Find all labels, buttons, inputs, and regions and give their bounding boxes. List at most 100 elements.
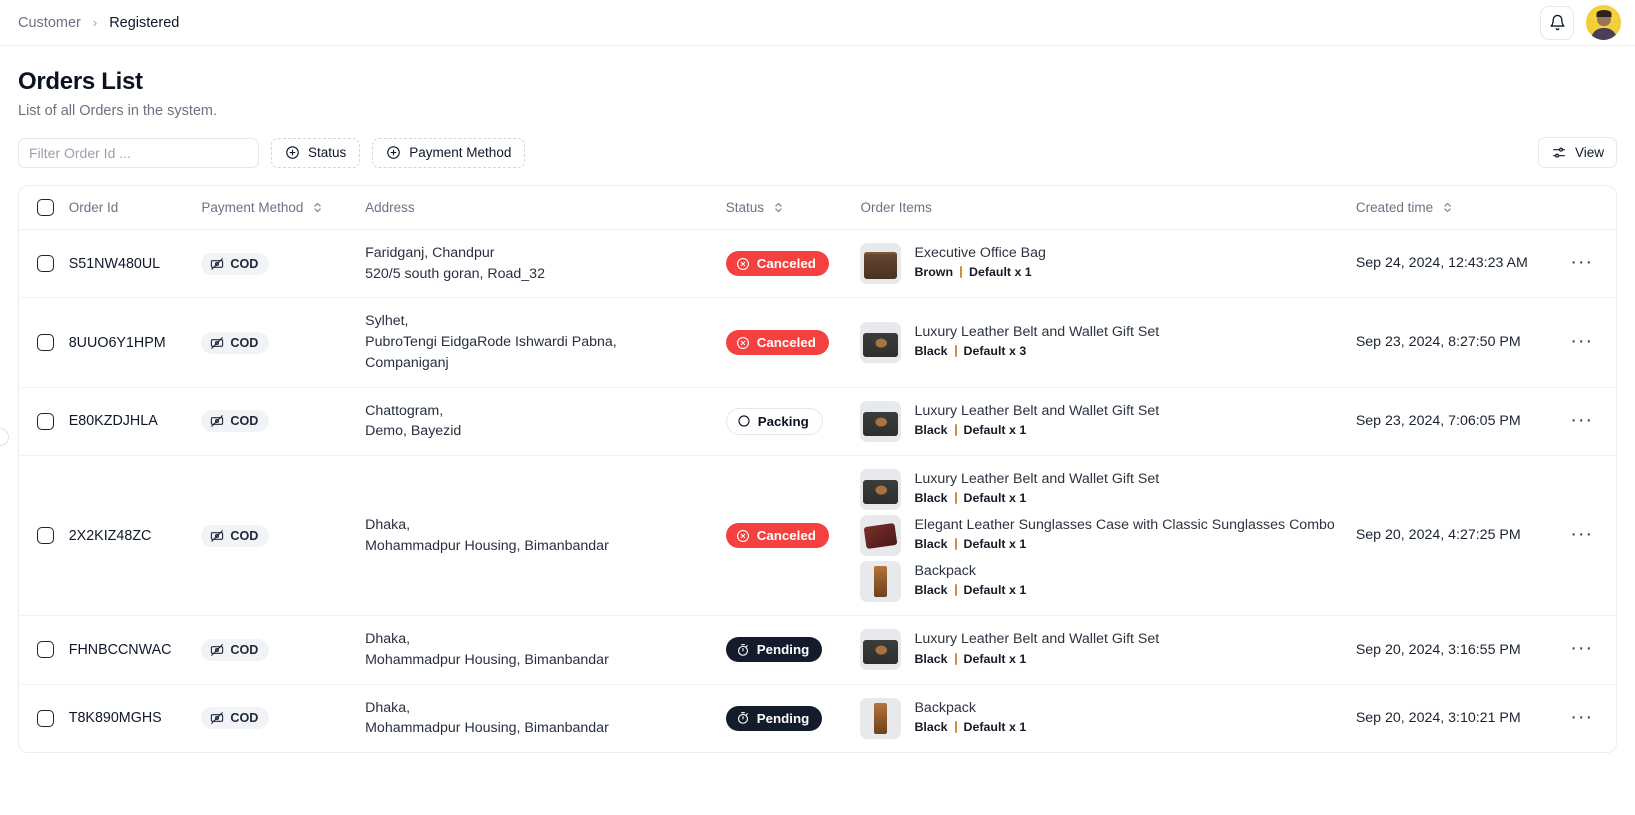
row-actions-menu-button[interactable]: ··· — [1566, 331, 1597, 351]
address-line: Mohammadpur Housing, Bimanbandar — [365, 537, 609, 554]
order-item: Executive Office Bag Brown Default x 1 — [860, 243, 1355, 285]
header-payment-method[interactable]: Payment Method — [201, 186, 366, 230]
header-created-time[interactable]: Created time — [1355, 186, 1567, 230]
status-badge: Packing — [725, 407, 823, 435]
status-filter-button[interactable]: Status — [271, 137, 361, 168]
row-select-cell — [19, 455, 69, 617]
notifications-button[interactable] — [1540, 5, 1574, 40]
order-id-value: S51NW480UL — [68, 255, 161, 272]
banknote-off-icon — [211, 336, 224, 349]
circle-x-icon — [736, 257, 749, 270]
created-time-cell: Sep 24, 2024, 12:43:23 AM — [1355, 229, 1567, 299]
address-line: Mohammadpur Housing, Bimanbandar — [365, 720, 609, 737]
variant-separator — [954, 721, 957, 734]
created-time-cell: Sep 23, 2024, 7:06:05 PM — [1355, 387, 1567, 457]
payment-method-cell: COD — [201, 615, 366, 685]
plus-circle-icon — [286, 146, 299, 159]
header-order-items-label: Order Items — [860, 200, 932, 215]
order-id-value: 8UUO6Y1HPM — [68, 334, 166, 351]
row-checkbox[interactable] — [37, 709, 54, 727]
order-item-text: Luxury Leather Belt and Wallet Gift Set B… — [914, 629, 1159, 665]
table-row: T8K890MGHS COD Dhaka, Mohammadpur Housing, … — [19, 684, 1616, 752]
address-line: Mohammadpur Housing, Bimanbandar — [365, 651, 609, 668]
banknote-off-icon — [211, 529, 224, 542]
payment-method-badge: COD — [201, 252, 270, 275]
breadcrumb-parent[interactable]: Customer — [18, 15, 81, 31]
row-checkbox[interactable] — [37, 527, 54, 545]
chevron-right-icon: › — [92, 15, 98, 30]
table-row: S51NW480UL COD Faridganj, Chandpur 520/5 so… — [19, 229, 1616, 299]
order-id-value: FHNBCCNWAC — [68, 641, 172, 658]
header-address: Address — [365, 186, 726, 230]
row-actions-menu-button[interactable]: ··· — [1566, 707, 1597, 727]
bell-icon — [1549, 14, 1565, 31]
breadcrumb-current[interactable]: Registered — [109, 15, 179, 31]
address-cell: Dhaka, Mohammadpur Housing, Bimanbandar — [365, 684, 726, 752]
product-name: Luxury Leather Belt and Wallet Gift Set — [914, 402, 1160, 419]
order-item: Backpack Black Default x 1 — [860, 697, 1355, 739]
row-checkbox[interactable] — [37, 255, 54, 273]
product-thumbnail — [860, 561, 902, 603]
sort-icon — [314, 202, 322, 213]
address-line: 520/5 south goran, Road_32 — [365, 265, 545, 282]
variant-option: Default x 1 — [963, 537, 1027, 552]
orders-table-body: S51NW480UL COD Faridganj, Chandpur 520/5 so… — [19, 229, 1616, 753]
row-select-cell — [19, 297, 69, 388]
row-actions-menu-button[interactable]: ··· — [1566, 410, 1597, 430]
row-actions-menu-button[interactable]: ··· — [1566, 252, 1597, 272]
filter-order-id-input[interactable] — [18, 137, 259, 168]
row-actions-cell: ··· — [1566, 615, 1616, 685]
banknote-off-icon — [211, 257, 224, 270]
order-items-cell: Luxury Leather Belt and Wallet Gift Set B… — [860, 297, 1356, 388]
product-variant: Black Default x 1 — [914, 491, 1159, 505]
address-line: PubroTengi EidgaRode Ishwardi Pabna, — [365, 334, 617, 351]
sort-icon — [775, 202, 782, 213]
banknote-off-icon — [211, 712, 224, 725]
header-order-id-label: Order Id — [68, 200, 119, 215]
row-actions-menu-button[interactable]: ··· — [1566, 524, 1597, 544]
address-cell: Dhaka, Mohammadpur Housing, Bimanbandar — [365, 455, 726, 617]
product-variant: Black Default x 1 — [914, 652, 1159, 666]
header-status[interactable]: Status — [725, 186, 861, 230]
avatar[interactable] — [1586, 5, 1621, 40]
variant-color: Black — [914, 344, 948, 359]
timer-icon — [737, 712, 748, 725]
status-cell: Canceled — [725, 229, 861, 299]
payment-method-filter-label: Payment Method — [409, 145, 512, 160]
address-cell: Chattogram, Demo, Bayezid — [365, 387, 726, 457]
address-value: Sylhet, PubroTengi EidgaRode Ishwardi Pab… — [365, 311, 726, 373]
sidebar-toggle-handle[interactable] — [0, 428, 9, 446]
header-payment-method-label: Payment Method — [201, 200, 304, 215]
page-header: Orders List List of all Orders in the sy… — [0, 46, 1635, 119]
order-items-cell: Luxury Leather Belt and Wallet Gift Set B… — [860, 387, 1356, 457]
variant-separator — [960, 266, 963, 279]
product-name: Elegant Leather Sunglasses Case with Cla… — [914, 517, 1335, 534]
payment-method-filter-button[interactable]: Payment Method — [372, 137, 526, 168]
status-label: Canceled — [756, 528, 816, 544]
row-checkbox[interactable] — [37, 412, 54, 430]
variant-separator — [954, 424, 957, 437]
table-row: E80KZDJHLA COD Chattogram, Demo, Bayezid Pac… — [19, 387, 1616, 457]
circle-x-icon — [736, 529, 749, 542]
created-time-value: Sep 23, 2024, 7:06:05 PM — [1355, 413, 1521, 430]
address-line: Demo, Bayezid — [365, 423, 462, 440]
address-line: Dhaka, — [365, 631, 411, 648]
row-checkbox[interactable] — [37, 334, 54, 352]
status-label: Pending — [756, 642, 810, 658]
created-time-cell: Sep 20, 2024, 4:27:25 PM — [1355, 455, 1567, 617]
payment-method-label: COD — [230, 414, 259, 429]
status-label: Pending — [756, 710, 810, 726]
header-order-items: Order Items — [860, 186, 1356, 230]
variant-separator — [954, 652, 957, 665]
order-item: Luxury Leather Belt and Wallet Gift Set B… — [860, 322, 1355, 364]
order-items-list: Luxury Leather Belt and Wallet Gift Set B… — [860, 322, 1355, 364]
select-all-checkbox[interactable] — [37, 199, 54, 216]
row-actions-menu-button[interactable]: ··· — [1566, 638, 1597, 658]
orders-table-head: Order Id Payment Method Address Status O… — [19, 186, 1616, 230]
product-variant: Black Default x 1 — [914, 537, 1334, 551]
view-options-button[interactable]: View — [1537, 137, 1617, 168]
status-filter-label: Status — [308, 145, 347, 160]
row-checkbox[interactable] — [37, 641, 54, 659]
order-item-text: Backpack Black Default x 1 — [914, 561, 1026, 597]
product-name: Luxury Leather Belt and Wallet Gift Set — [914, 631, 1160, 648]
